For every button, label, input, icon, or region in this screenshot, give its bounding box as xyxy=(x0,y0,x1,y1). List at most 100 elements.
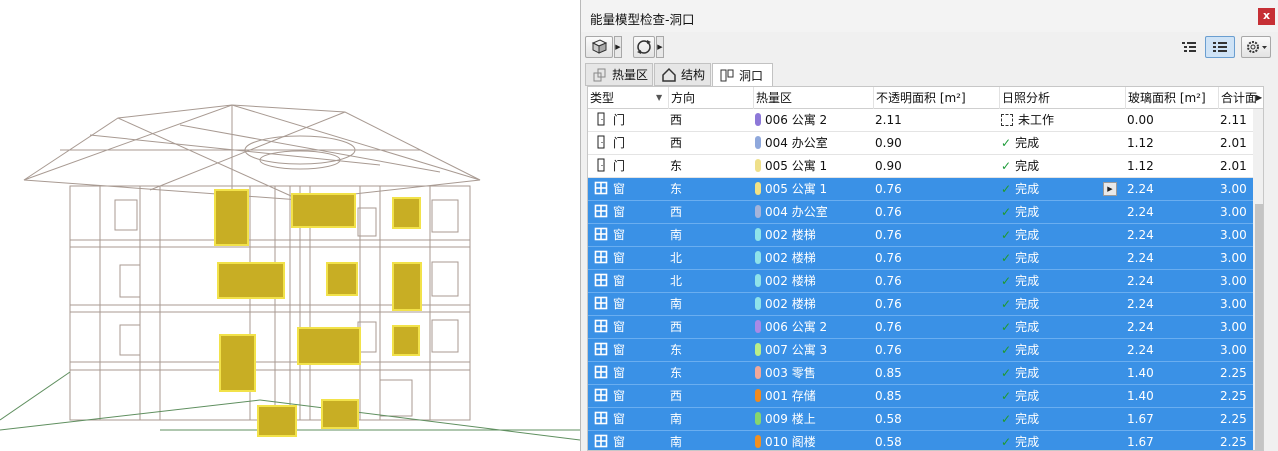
table-row[interactable]: 窗 东 003 零售 0.85 ✓ 完成 1.40 2.25 xyxy=(588,362,1253,385)
cell-opaque-area: 0.58 xyxy=(875,412,902,426)
zone-color-swatch xyxy=(755,182,761,195)
list-icon xyxy=(1213,42,1227,52)
cell-sun-analysis: ✓ 完成 xyxy=(1001,224,1039,246)
scrollbar-thumb[interactable] xyxy=(1255,204,1263,450)
cell-zone-label: 009 楼上 xyxy=(765,412,816,426)
table-row[interactable]: 窗 东 005 公寓 1 0.76 ✓ 完成 ▶ 2.24 3.00 xyxy=(588,178,1253,201)
tab-structure[interactable]: 结构 xyxy=(654,63,711,86)
cell-orientation: 南 xyxy=(670,412,683,426)
cell-opaque-area: 0.58 xyxy=(875,435,902,449)
cell-glass-area: 1.40 xyxy=(1127,366,1154,380)
cell-total-area: 3.00 xyxy=(1220,320,1247,334)
cell-sun-analysis: ✓ 完成 xyxy=(1001,362,1039,384)
cell-glass-area: 2.24 xyxy=(1127,205,1154,219)
cell-sun-analysis-label: 完成 xyxy=(1015,343,1040,357)
column-header-sun-analysis[interactable]: 日照分析 xyxy=(999,87,1125,109)
cell-zone: 002 楼梯 xyxy=(755,270,816,292)
checkmark-icon: ✓ xyxy=(1001,389,1012,403)
zone-color-swatch xyxy=(755,389,761,402)
cell-sun-analysis: ✓ 完成 xyxy=(1001,132,1039,154)
cell-glass-area: 1.12 xyxy=(1127,136,1154,150)
not-working-icon xyxy=(1001,114,1013,126)
column-header-total-label: 合计面 xyxy=(1221,91,1258,105)
cell-type-label: 窗 xyxy=(613,435,626,449)
table-row[interactable]: 窗 南 009 楼上 0.58 ✓ 完成 1.67 2.25 xyxy=(588,408,1253,431)
cell-type-label: 窗 xyxy=(613,274,626,288)
refresh-button[interactable] xyxy=(633,36,655,58)
cell-type: 窗 xyxy=(594,339,625,361)
cell-zone-label: 002 楼梯 xyxy=(765,228,816,242)
list-detail-view-button[interactable] xyxy=(1177,36,1201,58)
cell-total-area: 2.25 xyxy=(1220,412,1247,426)
refresh-dropdown[interactable]: ▶ xyxy=(656,36,664,58)
cell-type: 窗 xyxy=(594,293,625,315)
cell-sun-analysis-label: 完成 xyxy=(1015,320,1040,334)
cell-sun-analysis: ✓ 完成 xyxy=(1001,178,1039,200)
cell-total-area: 2.01 xyxy=(1220,159,1247,173)
table-row[interactable]: 门 西 004 办公室 0.90 ✓ 完成 1.12 2.01 xyxy=(588,132,1253,155)
cell-total-area: 2.01 xyxy=(1220,136,1247,150)
cell-sun-analysis: ✓ 完成 xyxy=(1001,408,1039,430)
close-button[interactable]: x xyxy=(1258,8,1275,25)
checkmark-icon: ✓ xyxy=(1001,343,1012,357)
scroll-right-arrow-icon[interactable]: ▶ xyxy=(1256,93,1262,102)
row-expand-arrow-icon[interactable]: ▶ xyxy=(1103,182,1117,196)
cell-zone: 005 公寓 1 xyxy=(755,178,827,200)
tab-openings[interactable]: 洞口 xyxy=(712,63,773,87)
cell-zone: 006 公寓 2 xyxy=(755,316,827,338)
cell-glass-area: 2.24 xyxy=(1127,228,1154,242)
cell-sun-analysis: ✓ 完成 xyxy=(1001,270,1039,292)
table-row[interactable]: 窗 东 007 公寓 3 0.76 ✓ 完成 2.24 3.00 xyxy=(588,339,1253,362)
table-row[interactable]: 门 西 006 公寓 2 2.11 未工作 0.00 2.11 xyxy=(588,109,1253,132)
cube-view-dropdown[interactable]: ▶ xyxy=(614,36,622,58)
cell-type: 窗 xyxy=(594,178,625,200)
tab-openings-label: 洞口 xyxy=(739,68,764,83)
3d-model-viewport[interactable] xyxy=(0,0,580,451)
settings-button[interactable] xyxy=(1241,36,1271,58)
table-row[interactable]: 窗 南 010 阁楼 0.58 ✓ 完成 1.67 2.25 xyxy=(588,431,1253,450)
table-row[interactable]: 窗 北 002 楼梯 0.76 ✓ 完成 2.24 3.00 xyxy=(588,247,1253,270)
table-row[interactable]: 窗 北 002 楼梯 0.76 ✓ 完成 2.24 3.00 xyxy=(588,270,1253,293)
table-row[interactable]: 门 东 005 公寓 1 0.90 ✓ 完成 1.12 2.01 xyxy=(588,155,1253,178)
cell-type: 门 xyxy=(594,155,625,177)
cube-view-button[interactable] xyxy=(585,36,613,58)
cell-zone-label: 002 楼梯 xyxy=(765,297,816,311)
cell-opaque-area: 0.76 xyxy=(875,343,902,357)
cell-glass-area: 2.24 xyxy=(1127,251,1154,265)
vertical-scrollbar[interactable] xyxy=(1253,109,1263,450)
cell-zone: 002 楼梯 xyxy=(755,247,816,269)
cell-type-label: 窗 xyxy=(613,366,626,380)
cell-type-label: 窗 xyxy=(613,343,626,357)
cell-type: 窗 xyxy=(594,224,625,246)
column-header-type[interactable]: 类型 ▼ xyxy=(588,87,668,109)
column-header-zone[interactable]: 热量区 xyxy=(753,87,873,109)
table-row[interactable]: 窗 南 002 楼梯 0.76 ✓ 完成 2.24 3.00 xyxy=(588,224,1253,247)
zone-color-swatch xyxy=(755,113,761,126)
tab-thermal-zones[interactable]: 热量区 xyxy=(585,63,653,86)
cell-zone: 002 楼梯 xyxy=(755,224,816,246)
cell-zone-label: 002 楼梯 xyxy=(765,274,816,288)
table-row[interactable]: 窗 西 004 办公室 0.76 ✓ 完成 2.24 3.00 xyxy=(588,201,1253,224)
table-row[interactable]: 窗 西 001 存储 0.85 ✓ 完成 1.40 2.25 xyxy=(588,385,1253,408)
window-icon xyxy=(594,227,608,241)
column-header-opaque-area[interactable]: 不透明面积 [m²] xyxy=(873,87,999,109)
column-header-orientation[interactable]: 方向 xyxy=(668,87,753,109)
cell-opaque-area: 0.76 xyxy=(875,182,902,196)
cell-orientation: 东 xyxy=(670,182,683,196)
table-row[interactable]: 窗 西 006 公寓 2 0.76 ✓ 完成 2.24 3.00 xyxy=(588,316,1253,339)
cell-glass-area: 2.24 xyxy=(1127,297,1154,311)
cell-glass-area: 0.00 xyxy=(1127,113,1154,127)
cell-sun-analysis-label: 完成 xyxy=(1015,389,1040,403)
list-view-button[interactable] xyxy=(1205,36,1235,58)
cell-type-label: 窗 xyxy=(613,412,626,426)
zone-color-swatch xyxy=(755,412,761,425)
cell-type: 窗 xyxy=(594,247,625,269)
sort-arrow-icon: ▼ xyxy=(656,93,663,102)
column-header-glass-area[interactable]: 玻璃面积 [m²] xyxy=(1125,87,1218,109)
cell-opaque-area: 0.76 xyxy=(875,251,902,265)
cell-type: 窗 xyxy=(594,316,625,338)
table-row[interactable]: 窗 南 002 楼梯 0.76 ✓ 完成 2.24 3.00 xyxy=(588,293,1253,316)
cell-type: 窗 xyxy=(594,385,625,407)
cell-sun-analysis-label: 完成 xyxy=(1015,412,1040,426)
cell-sun-analysis: ✓ 完成 xyxy=(1001,247,1039,269)
